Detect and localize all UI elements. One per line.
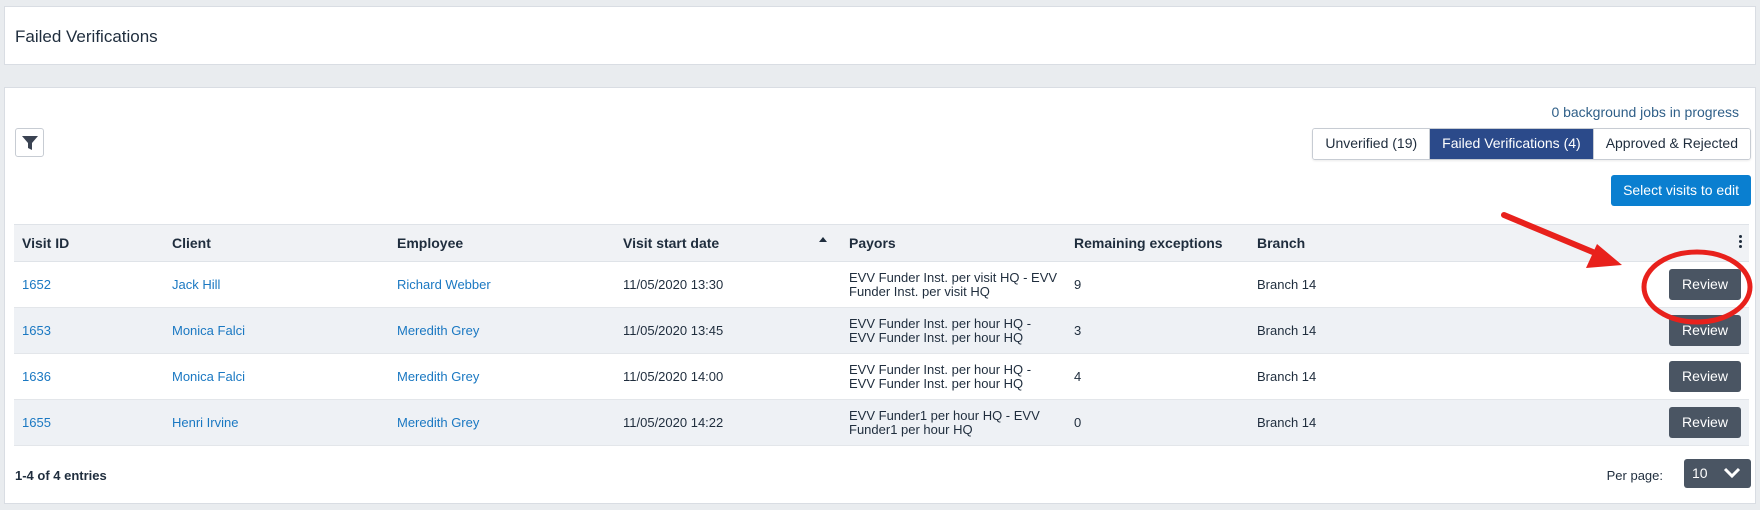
tab-approved-rejected[interactable]: Approved & Rejected xyxy=(1593,129,1750,159)
remaining-exceptions-cell: 3 xyxy=(1066,307,1249,354)
visits-table: Visit ID Client Employee Visit start dat… xyxy=(14,224,1749,446)
client-link[interactable]: Monica Falci xyxy=(172,369,245,384)
column-header-client[interactable]: Client xyxy=(164,224,389,262)
column-header-visit-start-date[interactable]: Visit start date xyxy=(615,224,841,262)
page-header: Failed Verifications xyxy=(4,6,1756,65)
employee-link[interactable]: Richard Webber xyxy=(397,277,491,292)
table-row: 1636 Monica Falci Meredith Grey 11/05/20… xyxy=(14,353,1749,400)
entries-count: 1-4 of 4 entries xyxy=(15,468,107,483)
visit-start-date: 11/05/2020 14:00 xyxy=(615,353,841,400)
column-header-visit-start-date-label: Visit start date xyxy=(623,235,720,251)
payors-cell: EVV Funder Inst. per hour HQ - EVV Funde… xyxy=(841,307,1066,354)
sort-ascending-icon xyxy=(819,237,827,242)
background-jobs-status[interactable]: 0 background jobs in progress xyxy=(1551,104,1739,120)
visit-id-link[interactable]: 1655 xyxy=(22,415,51,430)
client-link[interactable]: Henri Irvine xyxy=(172,415,238,430)
column-header-actions xyxy=(1459,224,1749,262)
per-page-select[interactable]: 10 xyxy=(1684,459,1751,488)
visit-id-link[interactable]: 1652 xyxy=(22,277,51,292)
column-header-remaining-exceptions[interactable]: Remaining exceptions xyxy=(1066,224,1249,262)
visit-id-link[interactable]: 1653 xyxy=(22,323,51,338)
tab-failed-verifications[interactable]: Failed Verifications (4) xyxy=(1430,129,1594,159)
visit-id-link[interactable]: 1636 xyxy=(22,369,51,384)
employee-link[interactable]: Meredith Grey xyxy=(397,369,479,384)
chevron-down-icon xyxy=(1723,467,1741,479)
payors-cell: EVV Funder Inst. per visit HQ - EVV Fund… xyxy=(841,261,1066,308)
column-header-visit-id[interactable]: Visit ID xyxy=(14,224,164,262)
remaining-exceptions-cell: 9 xyxy=(1066,261,1249,308)
table-row: 1653 Monica Falci Meredith Grey 11/05/20… xyxy=(14,307,1749,354)
branch-cell: Branch 14 xyxy=(1249,353,1459,400)
review-button[interactable]: Review xyxy=(1669,361,1741,392)
remaining-exceptions-cell: 0 xyxy=(1066,399,1249,446)
visit-start-date: 11/05/2020 13:30 xyxy=(615,261,841,308)
employee-link[interactable]: Meredith Grey xyxy=(397,323,479,338)
tab-unverified[interactable]: Unverified (19) xyxy=(1313,129,1431,159)
branch-cell: Branch 14 xyxy=(1249,399,1459,446)
review-button[interactable]: Review xyxy=(1669,407,1741,438)
review-button[interactable]: Review xyxy=(1669,315,1741,346)
filter-button[interactable] xyxy=(15,128,44,157)
table-row: 1652 Jack Hill Richard Webber 11/05/2020… xyxy=(14,261,1749,308)
branch-cell: Branch 14 xyxy=(1249,261,1459,308)
page-title: Failed Verifications xyxy=(15,27,158,46)
remaining-exceptions-cell: 4 xyxy=(1066,353,1249,400)
employee-link[interactable]: Meredith Grey xyxy=(397,415,479,430)
client-link[interactable]: Jack Hill xyxy=(172,277,220,292)
table-row: 1655 Henri Irvine Meredith Grey 11/05/20… xyxy=(14,399,1749,446)
visit-start-date: 11/05/2020 14:22 xyxy=(615,399,841,446)
branch-cell: Branch 14 xyxy=(1249,307,1459,354)
column-options-icon[interactable] xyxy=(1739,235,1743,250)
visits-panel: 0 background jobs in progress Unverified… xyxy=(4,87,1756,504)
client-link[interactable]: Monica Falci xyxy=(172,323,245,338)
table-header-row: Visit ID Client Employee Visit start dat… xyxy=(14,224,1749,262)
column-header-employee[interactable]: Employee xyxy=(389,224,615,262)
payors-cell: EVV Funder1 per hour HQ - EVV Funder1 pe… xyxy=(841,399,1066,446)
filter-icon xyxy=(21,135,38,150)
column-header-branch[interactable]: Branch xyxy=(1249,224,1459,262)
verification-tabs: Unverified (19) Failed Verifications (4)… xyxy=(1312,128,1751,160)
review-button[interactable]: Review xyxy=(1669,269,1741,300)
per-page-label: Per page: xyxy=(1606,468,1663,483)
column-header-payors[interactable]: Payors xyxy=(841,224,1066,262)
per-page-value: 10 xyxy=(1692,465,1708,481)
visit-start-date: 11/05/2020 13:45 xyxy=(615,307,841,354)
select-visits-button[interactable]: Select visits to edit xyxy=(1611,175,1751,206)
payors-cell: EVV Funder Inst. per hour HQ - EVV Funde… xyxy=(841,353,1066,400)
